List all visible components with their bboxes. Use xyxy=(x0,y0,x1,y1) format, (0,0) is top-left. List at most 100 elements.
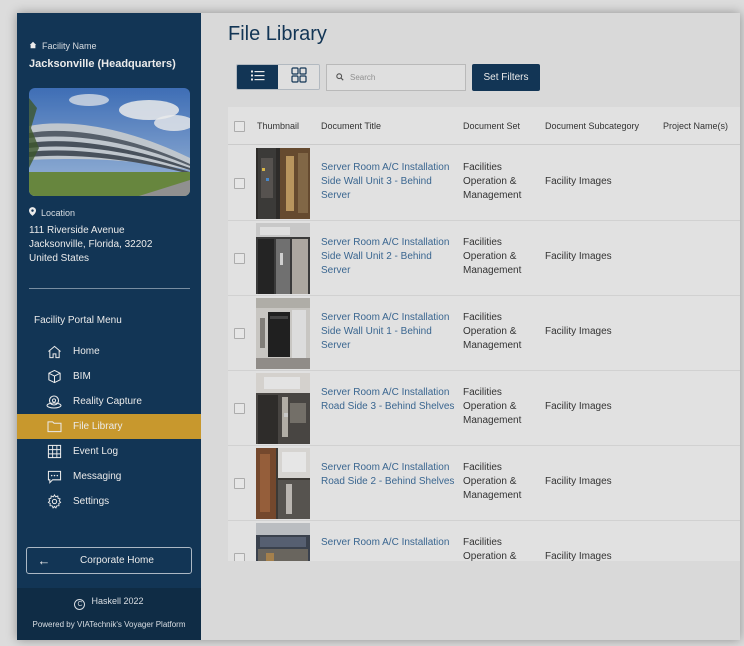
grid-icon xyxy=(290,66,307,88)
search-input[interactable]: Search xyxy=(326,64,466,91)
facility-photo xyxy=(29,88,190,196)
document-set: Facilities Operation & Management xyxy=(463,312,522,351)
gear-icon xyxy=(45,493,63,511)
table-header: Thumbnail Document Title Document Set Do… xyxy=(228,107,740,145)
document-subcategory: Facility Images xyxy=(545,176,612,187)
column-header-document-title[interactable]: Document Title xyxy=(321,121,381,131)
row-checkbox[interactable] xyxy=(234,253,245,264)
location-label-text: Location xyxy=(41,207,76,218)
chat-icon xyxy=(45,468,63,486)
sidebar-divider xyxy=(29,288,190,289)
table-row[interactable]: Server Room A/C Installation Road Side 3… xyxy=(228,371,740,446)
row-checkbox[interactable] xyxy=(234,553,245,561)
table-row[interactable]: Server Room A/C Installation Road Side 2… xyxy=(228,446,740,521)
menu-item-settings[interactable]: Settings xyxy=(17,489,201,514)
menu-item-bim[interactable]: BIM xyxy=(17,364,201,389)
menu-item-label: Settings xyxy=(73,496,110,507)
sidebar: Facility Name Jacksonville (Headquarters… xyxy=(17,13,201,640)
location-label: Location xyxy=(29,207,75,218)
search-placeholder: Search xyxy=(350,73,376,82)
document-set: Facilities Operation & Management xyxy=(463,237,522,276)
document-subcategory: Facility Images xyxy=(545,551,612,561)
menu-item-label: Event Log xyxy=(73,446,119,457)
facility-address: 111 Riverside Avenue Jacksonville, Flori… xyxy=(29,224,152,266)
menu-item-label: Reality Capture xyxy=(73,396,142,407)
home-icon xyxy=(45,343,63,361)
menu-item-home[interactable]: Home xyxy=(17,339,201,364)
list-icon xyxy=(250,68,265,86)
menu-item-label: File Library xyxy=(73,421,123,432)
document-subcategory: Facility Images xyxy=(545,401,612,412)
menu-item-reality-capture[interactable]: Reality Capture xyxy=(17,389,201,414)
cube-icon xyxy=(45,368,63,386)
facility-name-label: Facility Name xyxy=(29,41,97,51)
document-title-link[interactable]: Server Room A/C Installation Road Side 3… xyxy=(321,386,461,414)
address-line-2: Jacksonville, Florida, 32202 xyxy=(29,239,153,250)
row-checkbox[interactable] xyxy=(234,478,245,489)
document-title-link[interactable]: Server Room A/C Installation Road Side 2… xyxy=(321,461,461,489)
list-view-button[interactable] xyxy=(237,65,278,89)
grid-table-icon xyxy=(45,443,63,461)
document-thumbnail[interactable] xyxy=(256,223,310,294)
document-set: Facilities Operation & xyxy=(463,537,517,561)
search-icon xyxy=(336,72,344,83)
home-small-icon xyxy=(29,41,37,51)
document-thumbnail[interactable] xyxy=(256,298,310,369)
table-row[interactable]: Server Room A/C Installation Side Wall U… xyxy=(228,221,740,296)
sidebar-footer: C Haskell 2022 Powered by VIATechnik's Vo… xyxy=(17,588,201,640)
powered-by: Powered by VIATechnik's Voyager Platform xyxy=(32,620,186,629)
table-row[interactable]: Server Room A/C Installation Side Wall U… xyxy=(228,296,740,371)
document-subcategory: Facility Images xyxy=(545,326,612,337)
row-checkbox[interactable] xyxy=(234,403,245,414)
view-toggle xyxy=(236,64,320,90)
menu-item-messaging[interactable]: Messaging xyxy=(17,464,201,489)
menu-item-label: Home xyxy=(73,346,100,357)
camera-360-icon xyxy=(45,393,63,411)
address-line-1: 111 Riverside Avenue xyxy=(29,225,125,236)
location-pin-icon xyxy=(29,207,36,218)
facility-label-text: Facility Name xyxy=(42,41,97,51)
corporate-home-button[interactable]: ← Corporate Home xyxy=(26,547,192,574)
document-set: Facilities Operation & Management xyxy=(463,462,522,501)
document-thumbnail[interactable] xyxy=(256,373,310,444)
facility-name: Jacksonville (Headquarters) xyxy=(29,58,176,70)
copyright: C Haskell 2022 xyxy=(17,596,201,610)
address-line-3: United States xyxy=(29,253,90,264)
main-content: File Library Search Set Filters Thumbnai… xyxy=(201,13,740,640)
corporate-home-label: Corporate Home xyxy=(80,555,154,566)
document-title-link[interactable]: Server Room A/C Installation Side Wall U… xyxy=(321,236,461,278)
table-row[interactable]: Server Room A/C Installation Facilities … xyxy=(228,521,740,561)
document-set: Facilities Operation & Management xyxy=(463,162,522,201)
menu-item-file-library[interactable]: File Library xyxy=(17,414,201,439)
document-thumbnail[interactable] xyxy=(256,148,310,219)
set-filters-button[interactable]: Set Filters xyxy=(472,64,540,91)
arrow-left-icon: ← xyxy=(37,553,51,568)
page-title: File Library xyxy=(228,23,327,45)
menu-item-label: BIM xyxy=(73,371,91,382)
document-thumbnail[interactable] xyxy=(256,448,310,519)
column-header-project-names[interactable]: Project Name(s) xyxy=(663,121,728,131)
column-header-document-set[interactable]: Document Set xyxy=(463,121,520,131)
file-table: Thumbnail Document Title Document Set Do… xyxy=(228,107,740,561)
document-subcategory: Facility Images xyxy=(545,251,612,262)
document-title-link[interactable]: Server Room A/C Installation xyxy=(321,536,461,550)
menu-item-event-log[interactable]: Event Log xyxy=(17,439,201,464)
row-checkbox[interactable] xyxy=(234,178,245,189)
grid-view-button[interactable] xyxy=(278,65,319,89)
app-window: Facility Name Jacksonville (Headquarters… xyxy=(17,13,740,640)
copyright-icon: C xyxy=(74,599,86,610)
column-header-document-subcategory[interactable]: Document Subcategory xyxy=(545,121,639,131)
row-checkbox[interactable] xyxy=(234,328,245,339)
document-set: Facilities Operation & Management xyxy=(463,387,522,426)
document-subcategory: Facility Images xyxy=(545,476,612,487)
document-title-link[interactable]: Server Room A/C Installation Side Wall U… xyxy=(321,311,461,353)
document-thumbnail[interactable] xyxy=(256,523,310,561)
menu-item-label: Messaging xyxy=(73,471,122,482)
column-header-thumbnail[interactable]: Thumbnail xyxy=(257,121,299,131)
folder-icon xyxy=(45,418,63,436)
table-row[interactable]: Server Room A/C Installation Side Wall U… xyxy=(228,146,740,221)
facility-menu: Home BIM Reality Capture File Library Ev… xyxy=(17,339,201,514)
menu-title: Facility Portal Menu xyxy=(34,315,122,326)
select-all-checkbox[interactable] xyxy=(234,121,245,132)
document-title-link[interactable]: Server Room A/C Installation Side Wall U… xyxy=(321,161,461,203)
